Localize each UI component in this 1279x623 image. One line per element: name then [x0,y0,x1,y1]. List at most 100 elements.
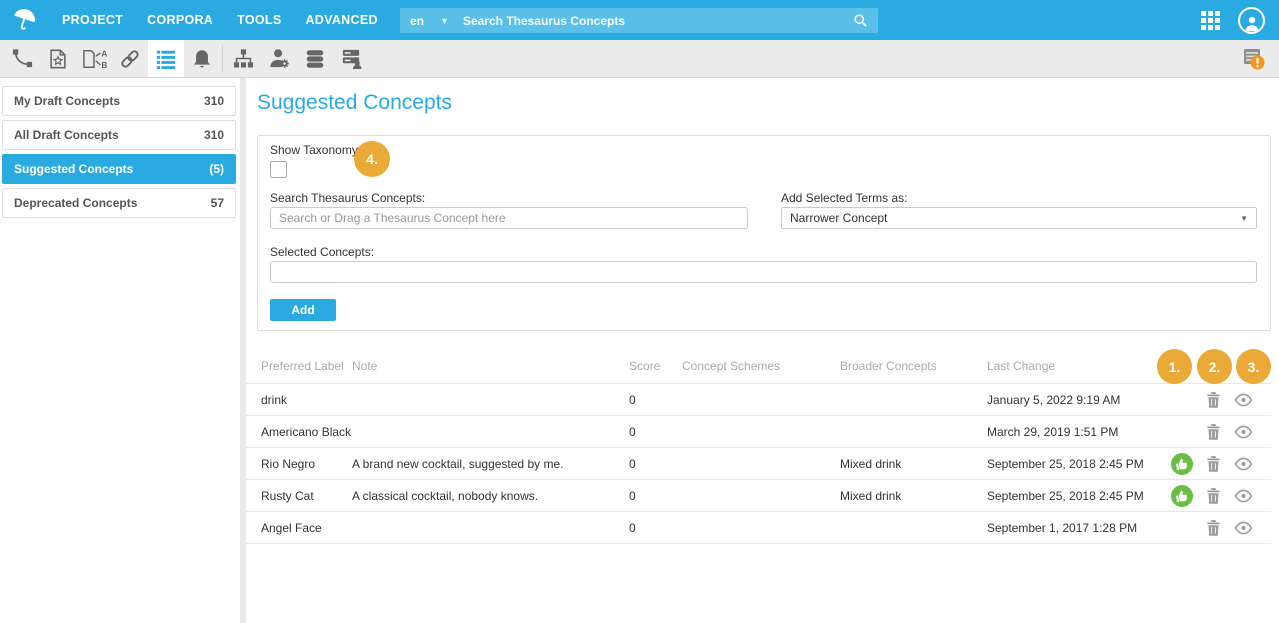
show-taxonomy-label: Show Taxonomy [270,143,358,157]
row-actions [1157,520,1271,536]
trash-icon[interactable] [1207,424,1220,440]
eye-icon[interactable] [1234,393,1253,407]
svg-text:B: B [101,61,107,70]
nav-corpora[interactable]: CORPORA [147,13,213,27]
nav-tools[interactable]: TOOLS [237,13,281,27]
cell-last-change: September 25, 2018 2:45 PM [987,489,1157,503]
cell-score: 0 [629,393,682,407]
annotation-badge-4: 4. [354,141,390,177]
select-value: Narrower Concept [790,211,887,225]
cell-score: 0 [629,457,682,471]
thumbs-up-icon[interactable] [1171,453,1193,475]
cell-preferred-label: drink [246,393,352,407]
cell-note: A brand new cocktail, suggested by me. [352,457,629,471]
document-star-icon[interactable] [40,40,76,77]
document-classify-icon[interactable]: A B [76,40,112,77]
sidebar-item-count: 57 [211,196,224,210]
sidebar-item-label: All Draft Concepts [14,128,119,142]
table-header-row: Preferred Label Note Score Concept Schem… [246,348,1271,384]
row-actions [1157,392,1271,408]
table-row: Rio Negro A brand new cocktail, suggeste… [246,448,1271,480]
cell-last-change: January 5, 2022 9:19 AM [987,393,1157,407]
cell-preferred-label: Rusty Cat [246,489,352,503]
svg-text:A: A [101,49,107,58]
nav-advanced[interactable]: ADVANCED [305,13,377,27]
database-icon[interactable] [297,40,333,77]
eye-icon[interactable] [1234,457,1253,471]
server-user-icon[interactable] [333,40,369,77]
person-glyph [1243,14,1261,32]
global-search-bar: en ▼ [400,8,878,33]
eye-icon[interactable] [1234,521,1253,535]
annotation-badge-2: 2. [1197,349,1232,384]
table-row: Americano Black 0 March 29, 2019 1:51 PM [246,416,1271,448]
sidebar-item-deprecated-concepts[interactable]: Deprecated Concepts 57 [2,188,236,218]
col-score: Score [629,359,682,373]
search-icon[interactable] [853,13,868,28]
trash-icon[interactable] [1207,392,1220,408]
concept-search-input[interactable] [270,207,748,229]
trash-icon[interactable] [1207,456,1220,472]
cell-broader-concepts: Mixed drink [840,489,987,503]
user-avatar-icon[interactable] [1238,7,1265,34]
report-alert-icon[interactable] [1239,46,1269,72]
eye-icon[interactable] [1234,425,1253,439]
sidebar-item-label: My Draft Concepts [14,94,120,108]
sidebar-item-count: 310 [204,128,224,142]
sitemap-icon[interactable] [225,40,261,77]
sidebar-item-all-draft-concepts[interactable]: All Draft Concepts 310 [2,120,236,150]
table-row: drink 0 January 5, 2022 9:19 AM [246,384,1271,416]
page-title: Suggested Concepts [257,91,1279,115]
concept-sidebar: My Draft Concepts 310 All Draft Concepts… [0,78,240,623]
sidebar-item-suggested-concepts[interactable]: Suggested Concepts (5) [2,154,236,184]
annotation-badge-3: 3. [1236,349,1271,384]
sidebar-item-count: 310 [204,94,224,108]
table-row: Angel Face 0 September 1, 2017 1:28 PM [246,512,1271,544]
selected-concepts-label: Selected Concepts: [270,245,374,259]
col-note: Note [352,359,629,373]
chevron-down-icon[interactable]: ▼ [440,16,449,26]
row-actions [1157,424,1271,440]
list-icon[interactable] [148,40,184,77]
sidebar-item-label: Suggested Concepts [14,162,133,176]
bezier-curve-icon[interactable] [4,40,40,77]
table-row: Rusty Cat A classical cocktail, nobody k… [246,480,1271,512]
link-icon[interactable] [112,40,148,77]
app-grid-icon[interactable] [1201,11,1220,30]
cell-preferred-label: Rio Negro [246,457,352,471]
cell-last-change: September 25, 2018 2:45 PM [987,457,1157,471]
col-last-change: Last Change [987,359,1157,373]
nav-project[interactable]: PROJECT [62,13,123,27]
bell-icon[interactable] [184,40,220,77]
cell-preferred-label: Angel Face [246,521,352,535]
cell-note: A classical cocktail, nobody knows. [352,489,629,503]
header-right [1201,0,1279,40]
add-terms-as-label: Add Selected Terms as: [781,191,908,205]
main-panel: Suggested Concepts Show Taxonomy 4. Sear… [246,78,1279,623]
cell-last-change: March 29, 2019 1:51 PM [987,425,1157,439]
trash-icon[interactable] [1207,520,1220,536]
trash-icon[interactable] [1207,488,1220,504]
show-taxonomy-checkbox[interactable] [270,161,287,178]
global-search-input[interactable] [463,14,853,28]
sidebar-item-my-draft-concepts[interactable]: My Draft Concepts 310 [2,86,236,116]
suggested-concepts-table: Preferred Label Note Score Concept Schem… [246,348,1271,544]
cell-score: 0 [629,425,682,439]
concept-table-body: drink 0 January 5, 2022 9:19 AM [246,384,1271,544]
row-actions [1157,453,1271,475]
main-nav: PROJECT CORPORA TOOLS ADVANCED [62,0,378,40]
add-button[interactable]: Add [270,299,336,321]
eye-icon[interactable] [1234,489,1253,503]
toolbar-divider [222,45,223,72]
umbrella-logo-icon[interactable] [10,6,38,34]
chevron-down-icon: ▼ [1240,214,1248,223]
cell-score: 0 [629,521,682,535]
selected-concepts-input[interactable] [270,261,1257,283]
annotation-badge-1: 1. [1157,349,1192,384]
thumbs-up-icon[interactable] [1171,485,1193,507]
col-concept-schemes: Concept Schemes [682,359,840,373]
language-selector[interactable]: en [410,14,424,28]
cell-broader-concepts: Mixed drink [840,457,987,471]
add-terms-as-select[interactable]: Narrower Concept ▼ [781,207,1257,229]
user-settings-icon[interactable] [261,40,297,77]
